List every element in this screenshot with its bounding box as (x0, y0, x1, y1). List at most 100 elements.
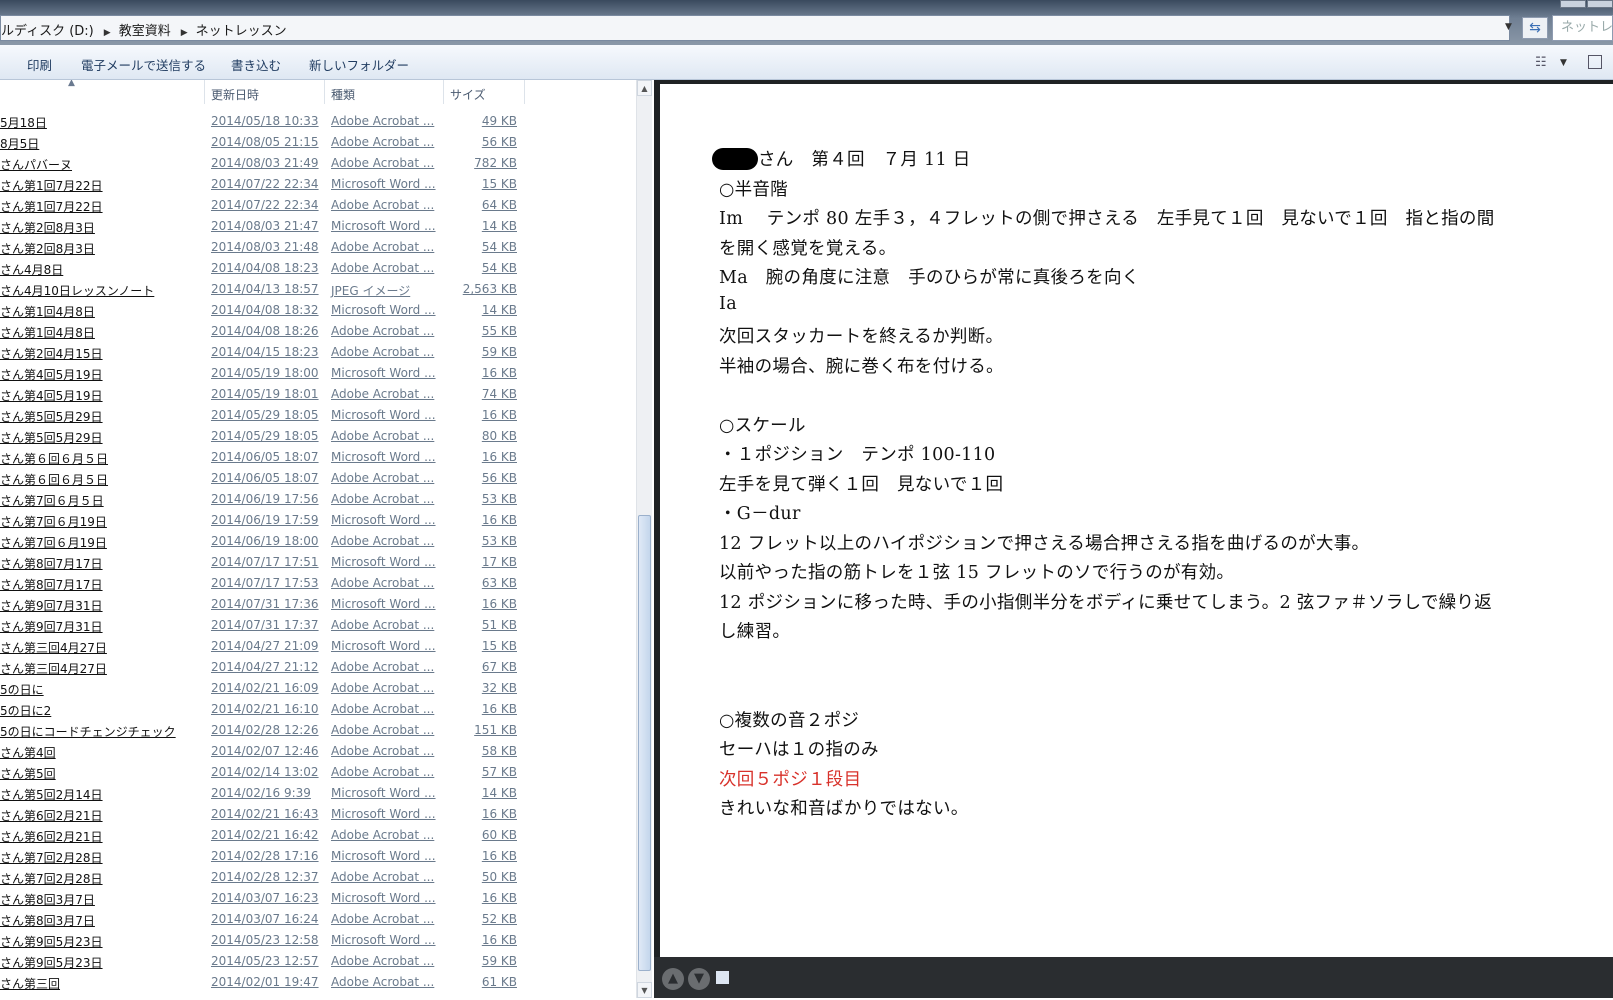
breadcrumb-item[interactable]: 教室資料 (119, 24, 171, 39)
column-header-type[interactable]: 種類 (331, 86, 355, 103)
file-row[interactable]: さん第4回5月19日 2014/05/19 18:00 Microsoft Word… (0, 363, 620, 383)
next-page-icon[interactable]: ▼ (688, 968, 710, 990)
file-row[interactable]: 5の日に 2014/02/21 16:09 Adobe Acrobat ... 32 … (0, 678, 620, 698)
file-row[interactable]: さん第9回7月31日 2014/07/31 17:36 Microsoft Word… (0, 594, 620, 614)
file-row[interactable]: 5月18日 2014/05/18 10:33 Adobe Acrobat ... 49… (0, 111, 620, 131)
file-size: 14 KB (481, 303, 517, 317)
preview-pane-icon[interactable] (1588, 55, 1602, 69)
file-size: 16 KB (481, 807, 517, 821)
file-row[interactable]: さん第7回６月19日 2014/06/19 17:59 Microsoft Word… (0, 510, 620, 530)
scroll-down-icon[interactable]: ▼ (637, 982, 652, 998)
scrollbar-thumb[interactable] (638, 515, 651, 971)
minimize-button[interactable] (1560, 0, 1586, 8)
column-divider[interactable] (443, 80, 444, 104)
file-row[interactable]: さん第5回2月14日 2014/02/16 9:39 Microsoft Word … (0, 783, 620, 803)
maximize-button[interactable] (1587, 0, 1613, 8)
document-line: 左手を見て弾く１回 見ないで１回 (719, 474, 1004, 495)
file-date: 2014/03/07 16:24 (211, 912, 319, 926)
file-row[interactable]: さん第1回7月22日 2014/07/22 22:34 Microsoft Word… (0, 174, 620, 194)
file-type: Adobe Acrobat ... (331, 198, 435, 212)
file-size: 16 KB (481, 366, 517, 380)
file-row[interactable]: さん第5回5月29日 2014/05/29 18:05 Adobe Acrobat … (0, 426, 620, 446)
file-row[interactable]: 5の日に2 2014/02/21 16:10 Adobe Acrobat ... 16… (0, 699, 620, 719)
file-row[interactable]: さん第7回2月28日 2014/02/28 17:16 Microsoft Word… (0, 846, 620, 866)
file-row[interactable]: さん第8回7月17日 2014/07/17 17:51 Microsoft Word… (0, 552, 620, 572)
file-row[interactable]: さん4月8日 2014/04/08 18:23 Adobe Acrobat ... 5… (0, 258, 620, 278)
file-row[interactable]: さん第2回4月15日 2014/04/15 18:23 Adobe Acrobat … (0, 342, 620, 362)
file-row[interactable]: 8月5日 2014/08/05 21:15 Adobe Acrobat ... 56 … (0, 132, 620, 152)
file-row[interactable]: さん第1回4月8日 2014/04/08 18:26 Adobe Acrobat .… (0, 321, 620, 341)
file-row[interactable]: さん第7回６月５日 2014/06/19 17:56 Adobe Acrobat .… (0, 489, 620, 509)
file-date: 2014/05/18 10:33 (211, 114, 319, 128)
document-line: きれいな和音ばかりではない。 (719, 799, 969, 819)
print-button[interactable]: 印刷 (27, 55, 52, 74)
scroll-up-icon[interactable]: ▲ (637, 80, 652, 96)
file-row[interactable]: さん第8回7月17日 2014/07/17 17:53 Adobe Acrobat … (0, 573, 620, 593)
file-row[interactable]: さん第8回3月7日 2014/03/07 16:24 Adobe Acrobat .… (0, 909, 620, 929)
file-date: 2014/02/21 16:42 (211, 828, 319, 842)
file-row[interactable]: さん第4回 2014/02/07 12:46 Adobe Acrobat ... 58… (0, 741, 620, 761)
command-bar: 印刷 電子メールで送信する 書き込む 新しいフォルダー ☷ ▼ (0, 45, 1613, 80)
breadcrumb-item[interactable]: ネットレッスン (196, 24, 287, 39)
file-row[interactable]: さん第６回６月５日 2014/06/05 18:07 Adobe Acrobat .… (0, 468, 620, 488)
file-type: Adobe Acrobat ... (331, 765, 435, 779)
file-size: 74 KB (481, 387, 517, 401)
chevron-right-icon[interactable]: ▶ (181, 28, 188, 38)
file-row[interactable]: さん第三回 2014/02/01 19:47 Adobe Acrobat ... 61… (0, 972, 620, 992)
file-row[interactable]: 5の日にコードチェンジチェック 2014/02/28 12:26 Adobe Acr… (0, 720, 620, 740)
column-divider[interactable] (324, 80, 325, 104)
file-type: Adobe Acrobat ... (331, 870, 435, 884)
breadcrumb: ルディスク (D:) ▶ 教室資料 ▶ ネットレッスン (1, 20, 287, 39)
file-row[interactable]: さん第2回8月3日 2014/08/03 21:48 Adobe Acrobat .… (0, 237, 620, 257)
address-field[interactable]: ルディスク (D:) ▶ 教室資料 ▶ ネットレッスン (0, 15, 1510, 41)
column-header-date[interactable]: 更新日時 (211, 86, 259, 103)
file-name: さん第8回7月17日 (0, 557, 103, 571)
burn-button[interactable]: 書き込む (231, 55, 281, 74)
file-date: 2014/02/07 12:46 (211, 744, 319, 758)
chevron-down-icon[interactable]: ▼ (1560, 58, 1567, 68)
file-row[interactable]: さん第６回６月５日 2014/06/05 18:07 Microsoft Word … (0, 447, 620, 467)
file-row[interactable]: さん第6回2月21日 2014/02/21 16:42 Adobe Acrobat … (0, 825, 620, 845)
vertical-scrollbar[interactable]: ▲ ▼ (636, 80, 652, 998)
search-input[interactable]: ネットレ (1552, 15, 1613, 41)
view-options-icon[interactable]: ☷ (1535, 55, 1547, 70)
document-line: セーハは１の指のみ (719, 740, 879, 760)
address-dropdown-icon[interactable]: ▼ (1505, 22, 1512, 32)
file-name: 5月18日 (0, 116, 47, 130)
file-row[interactable]: さん第5回5月29日 2014/05/29 18:05 Microsoft Word… (0, 405, 620, 425)
file-row[interactable]: さんパバーヌ 2014/08/03 21:49 Adobe Acrobat ... 7… (0, 153, 620, 173)
file-row[interactable]: さん第三回4月27日 2014/04/27 21:09 Microsoft Word… (0, 636, 620, 656)
file-type: Microsoft Word ... (331, 219, 436, 233)
file-type: Microsoft Word ... (331, 849, 436, 863)
file-row[interactable]: さん第4回5月19日 2014/05/19 18:01 Adobe Acrobat … (0, 384, 620, 404)
file-row[interactable]: さん第9回5月23日 2014/05/23 12:58 Microsoft Word… (0, 930, 620, 950)
file-size: 16 KB (481, 597, 517, 611)
file-row[interactable]: さん第1回7月22日 2014/07/22 22:34 Adobe Acrobat … (0, 195, 620, 215)
column-divider[interactable] (204, 80, 205, 104)
file-row[interactable]: さん第7回2月28日 2014/02/28 12:37 Adobe Acrobat … (0, 867, 620, 887)
column-header-size[interactable]: サイズ (450, 86, 486, 103)
previous-page-icon[interactable]: ▲ (662, 968, 684, 990)
file-row[interactable]: さん第7回６月19日 2014/06/19 18:00 Adobe Acrobat … (0, 531, 620, 551)
file-name: さん第2回8月3日 (0, 221, 95, 235)
address-bar-area: ルディスク (D:) ▶ 教室資料 ▶ ネットレッスン ▼ ⇆ ネットレ (0, 0, 1613, 45)
file-row[interactable]: さん第5回 2014/02/14 13:02 Adobe Acrobat ... 57… (0, 762, 620, 782)
email-button[interactable]: 電子メールで送信する (81, 55, 206, 74)
column-divider[interactable] (524, 80, 525, 104)
file-row[interactable]: さん第6回2月21日 2014/02/21 16:43 Microsoft Word… (0, 804, 620, 824)
file-name: さん第6回2月21日 (0, 809, 103, 823)
file-name: さん4月8日 (0, 263, 64, 277)
file-row[interactable]: さん第2回8月3日 2014/08/03 21:47 Microsoft Word … (0, 216, 620, 236)
file-row[interactable]: さん第9回5月23日 2014/05/23 12:57 Adobe Acrobat … (0, 951, 620, 971)
breadcrumb-item[interactable]: ルディスク (D:) (1, 24, 94, 39)
new-folder-button[interactable]: 新しいフォルダー (309, 55, 409, 74)
refresh-icon[interactable]: ⇆ (1522, 17, 1548, 39)
file-type: Adobe Acrobat ... (331, 660, 435, 674)
chevron-right-icon[interactable]: ▶ (104, 28, 111, 38)
file-row[interactable]: さん第三回4月27日 2014/04/27 21:12 Adobe Acrobat … (0, 657, 620, 677)
file-row[interactable]: さん4月10日レッスンノート 2014/04/13 18:57 JPEG イメージ 2… (0, 279, 620, 299)
document-line: ○複数の音２ポジ (719, 710, 860, 731)
file-row[interactable]: さん第9回7月31日 2014/07/31 17:37 Adobe Acrobat … (0, 615, 620, 635)
file-row[interactable]: さん第8回3月7日 2014/03/07 16:23 Microsoft Word … (0, 888, 620, 908)
file-row[interactable]: さん第1回4月8日 2014/04/08 18:32 Microsoft Word … (0, 300, 620, 320)
